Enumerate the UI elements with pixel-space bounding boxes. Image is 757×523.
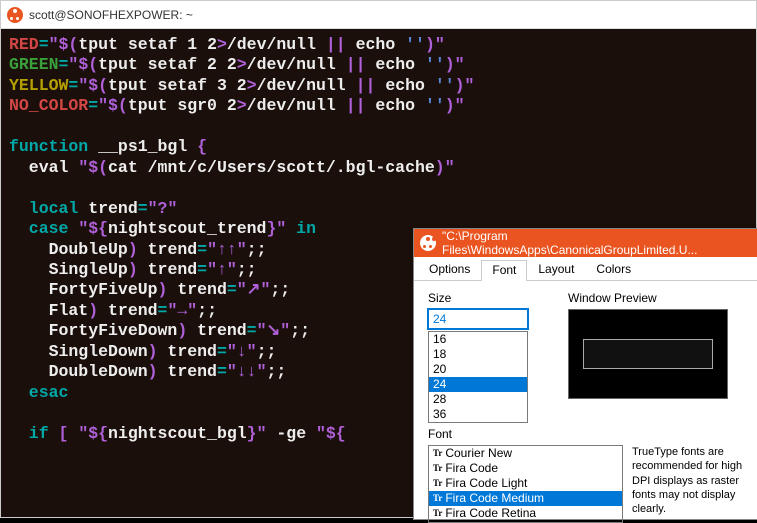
tab-options[interactable]: Options xyxy=(418,259,481,280)
truetype-icon: Tr xyxy=(433,493,442,504)
properties-dialog: "C:\Program Files\WindowsApps\CanonicalG… xyxy=(413,228,757,520)
size-input[interactable] xyxy=(428,309,528,329)
font-option[interactable]: TrCourier New xyxy=(429,446,622,461)
preview-label: Window Preview xyxy=(568,291,728,305)
font-option-label: Fira Code xyxy=(445,461,498,476)
size-option[interactable]: 28 xyxy=(429,392,527,407)
size-option[interactable]: 20 xyxy=(429,362,527,377)
tab-layout[interactable]: Layout xyxy=(527,259,585,280)
dialog-titlebar[interactable]: "C:\Program Files\WindowsApps\CanonicalG… xyxy=(414,229,757,257)
font-option-label: Fira Code Retina xyxy=(445,506,536,521)
tab-content-font: Size 16182024283672 Window Preview xyxy=(414,281,757,433)
preview-inner xyxy=(583,339,713,369)
size-option[interactable]: 18 xyxy=(429,347,527,362)
font-option-label: Fira Code Light xyxy=(445,476,527,491)
truetype-icon: Tr xyxy=(433,463,442,474)
size-option[interactable]: 72 xyxy=(429,422,527,423)
preview-section: Window Preview xyxy=(568,291,728,423)
font-list[interactable]: TrCourier NewTrFira CodeTrFira Code Ligh… xyxy=(428,445,623,523)
size-section: Size 16182024283672 xyxy=(428,291,528,423)
preview-box xyxy=(568,309,728,399)
truetype-icon: Tr xyxy=(433,448,442,459)
truetype-icon: Tr xyxy=(433,478,442,489)
font-option[interactable]: TrFira Code Retina xyxy=(429,506,622,521)
font-option[interactable]: TrFira Code Light xyxy=(429,476,622,491)
tab-font[interactable]: Font xyxy=(481,260,527,281)
font-option-label: Fira Code Medium xyxy=(445,491,544,506)
font-option-label: Courier New xyxy=(445,446,512,461)
font-option[interactable]: TrFira Code xyxy=(429,461,622,476)
main-title: scott@SONOFHEXPOWER: ~ xyxy=(29,8,193,22)
font-option[interactable]: TrFira Code Medium xyxy=(429,491,622,506)
size-list[interactable]: 16182024283672 xyxy=(428,331,528,423)
size-option[interactable]: 24 xyxy=(429,377,527,392)
ubuntu-icon xyxy=(420,235,436,251)
main-titlebar[interactable]: scott@SONOFHEXPOWER: ~ xyxy=(1,1,756,29)
size-option[interactable]: 36 xyxy=(429,407,527,422)
ubuntu-icon xyxy=(7,7,23,23)
font-note: TrueType fonts are recommended for high … xyxy=(632,445,748,516)
tab-colors[interactable]: Colors xyxy=(585,259,642,280)
size-label: Size xyxy=(428,291,528,305)
truetype-icon: Tr xyxy=(433,508,442,519)
font-label: Font xyxy=(428,427,744,441)
dialog-title: "C:\Program Files\WindowsApps\CanonicalG… xyxy=(442,229,752,257)
size-option[interactable]: 16 xyxy=(429,332,527,347)
tabs-bar: OptionsFontLayoutColors xyxy=(414,257,757,281)
